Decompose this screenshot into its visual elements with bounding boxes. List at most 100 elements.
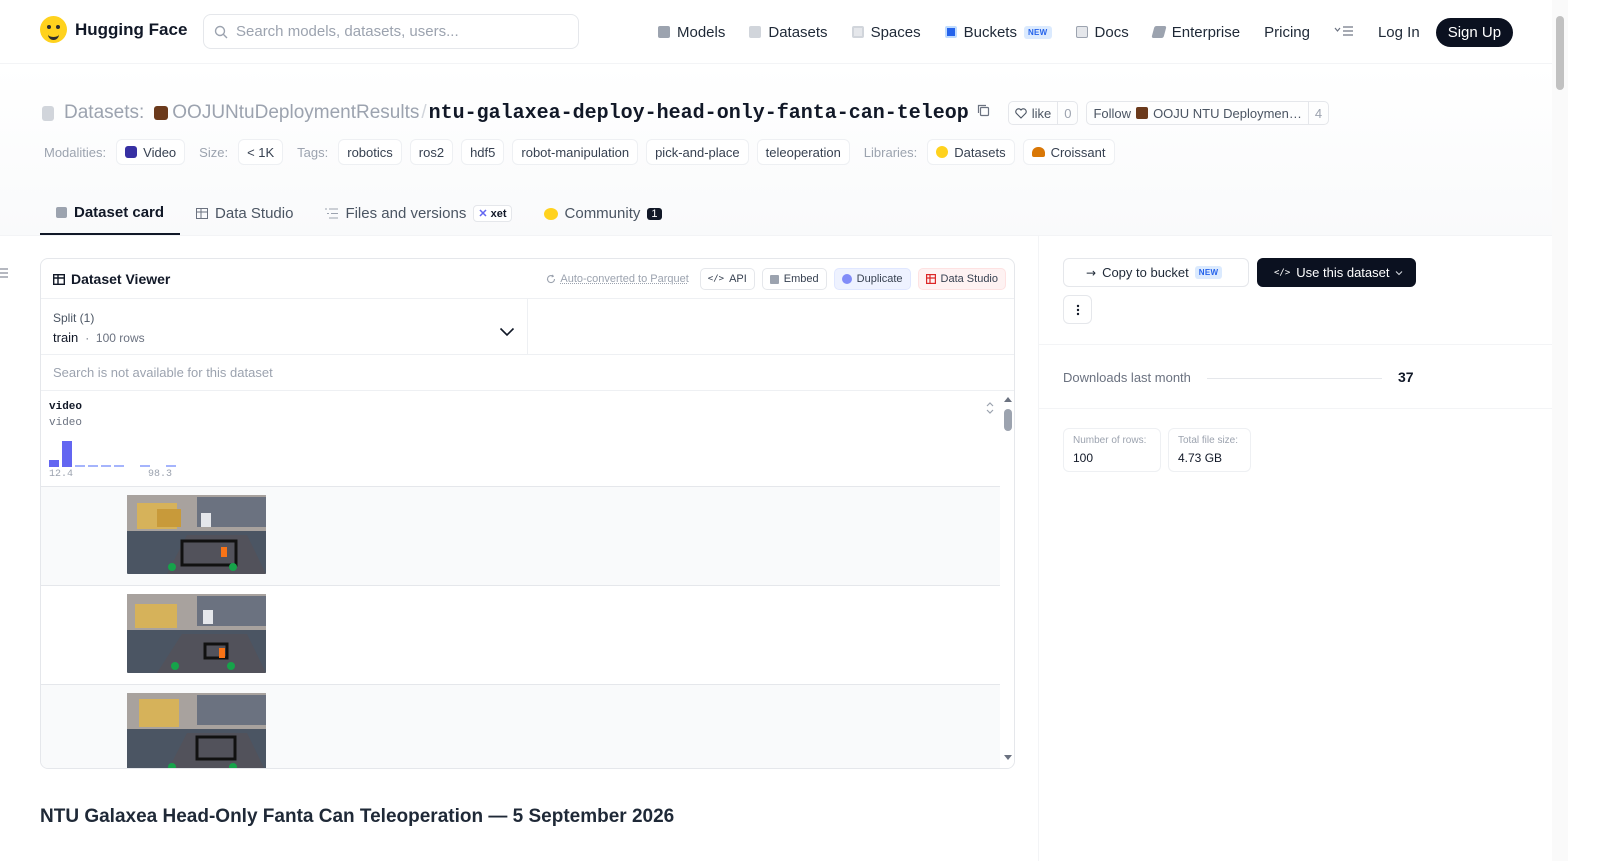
tag-robotics[interactable]: robotics [338,139,402,165]
column-header-video[interactable]: video video 12.4 98.3 [41,391,1000,487]
stat-value: 100 [1073,451,1094,465]
tab-label: Dataset card [74,204,165,221]
signup-button[interactable]: Sign Up [1435,17,1514,47]
api-button[interactable]: </> API [699,268,755,290]
tag-modality-video[interactable]: Video [116,139,186,165]
hugging-face-icon [936,146,949,158]
org-avatar [1136,107,1149,119]
tag-pick-and-place[interactable]: pick-and-place [646,139,749,165]
split-selector[interactable]: Split (1) train · 100 rows [41,299,528,355]
duplicate-button[interactable]: Duplicate [833,268,911,290]
repo-name[interactable]: ntu-galaxea-deploy-head-only-fanta-can-t… [429,102,969,125]
data-studio-button[interactable]: Data Studio [917,268,1006,290]
org-link[interactable]: OOJUNtuDeploymentResults [172,102,419,124]
sort-icon[interactable] [986,401,994,415]
copy-icon[interactable] [977,104,990,122]
tab-data-studio[interactable]: Data Studio [180,192,309,235]
tag-teleoperation[interactable]: teleoperation [756,139,850,165]
community-icon [543,207,558,220]
brand-name: Hugging Face [75,19,188,39]
menu-more-icon [1334,25,1353,36]
like-label: like [1031,105,1052,121]
libraries-label: Libraries: [863,144,918,160]
copy-to-bucket-button[interactable]: → Copy to bucket NEW [1063,258,1249,287]
sidebar-divider [1038,236,1039,861]
duplicate-icon [841,274,852,284]
search-input[interactable] [236,23,556,40]
table-row[interactable] [41,586,1000,685]
library-croissant[interactable]: Croissant [1022,139,1115,165]
cube-icon [658,26,670,38]
tag-robot-manipulation[interactable]: robot-manipulation [512,139,639,165]
size-label: Size: [199,144,229,160]
use-this-dataset-button[interactable]: </> Use this dataset [1257,258,1416,287]
scroll-thumb[interactable] [1004,409,1012,431]
search-box[interactable] [203,14,579,49]
copy-to-bucket-label: Copy to bucket [1102,265,1189,280]
scroll-up-icon[interactable] [1000,394,1015,404]
nav-spaces[interactable]: Spaces [851,24,921,41]
stat-label: Total file size: [1178,435,1239,446]
auto-converted-label: Auto-converted to Parquet [560,273,689,285]
video-thumbnail[interactable] [127,693,266,768]
tab-files-and-versions[interactable]: Files and versions ✕ xet [309,192,527,235]
table-row[interactable] [41,685,1000,768]
brand-logo-link[interactable]: Hugging Face [40,16,187,43]
nav-buckets[interactable]: Buckets NEW [944,24,1052,41]
tab-dataset-card[interactable]: Dataset card [40,192,181,235]
scroll-down-icon[interactable] [1000,753,1015,763]
like-count: 0 [1057,102,1077,124]
stat-label: Number of rows: [1073,435,1147,446]
nav-pricing[interactable]: Pricing [1264,24,1310,41]
nav-models[interactable]: Models [658,24,725,41]
library-datasets[interactable]: Datasets [927,139,1015,165]
stat-number-of-rows: Number of rows: 100 [1063,428,1161,472]
tags-row: Modalities: Video Size: < 1K Tags: robot… [44,139,1123,165]
nav-docs[interactable]: Docs [1075,24,1129,41]
nav-datasets[interactable]: Datasets [749,24,828,41]
page-scroll-thumb[interactable] [1556,16,1564,90]
code-icon: </> [1274,267,1291,278]
xet-icon: ✕ [478,208,488,220]
sidebar-toggle-icon[interactable] [0,265,8,283]
downloads-sparkline [1207,378,1382,379]
like-button[interactable]: like 0 [1007,101,1079,125]
tag-hdf5[interactable]: hdf5 [461,139,505,165]
login-link[interactable]: Log In [1378,24,1420,41]
column-histogram [49,441,176,467]
more-menu-button[interactable] [1334,25,1354,40]
use-dataset-label: Use this dataset [1296,265,1390,280]
downloads-label: Downloads last month [1063,370,1191,385]
split-value: train · 100 rows [53,330,145,345]
hugging-face-logo-icon [40,16,67,43]
page-scrollbar[interactable] [1552,0,1568,861]
xet-badge: ✕ xet [473,205,512,222]
sidebar-actions: → Copy to bucket NEW </> Use this datase… [1063,258,1416,287]
hist-bar [62,441,72,467]
heart-icon [1015,107,1027,119]
follow-button[interactable]: Follow OOJU NTU Deploymen… 4 [1086,101,1330,125]
tag-ros2[interactable]: ros2 [409,139,454,165]
embed-button[interactable]: Embed [761,268,827,290]
viewer-scrollbar[interactable] [1000,391,1015,768]
tab-community[interactable]: Community 1 [528,192,678,235]
split-right-panel [528,299,1014,355]
tab-label: Community [564,205,641,222]
tab-label: Files and versions [345,205,467,222]
auto-converted-link[interactable]: Auto-converted to Parquet [546,273,689,285]
hist-bar [88,465,98,467]
follow-org-name: OOJU NTU Deploymen… [1153,105,1302,121]
more-options-button[interactable] [1063,295,1092,324]
video-thumbnail[interactable] [127,594,266,673]
viewer-actions: Auto-converted to Parquet </> API Embed … [546,268,1006,290]
nav-enterprise[interactable]: Enterprise [1151,23,1241,41]
breadcrumb-datasets[interactable]: Datasets: [64,102,144,124]
nav-enterprise-label: Enterprise [1171,23,1241,41]
video-thumbnail[interactable] [127,495,266,574]
book-icon [1075,26,1088,38]
tag-size[interactable]: < 1K [238,139,284,165]
table-row[interactable] [41,487,1000,586]
code-icon: </> [707,274,725,284]
cube-icon [56,207,67,218]
kebab-menu-icon [1076,304,1079,315]
